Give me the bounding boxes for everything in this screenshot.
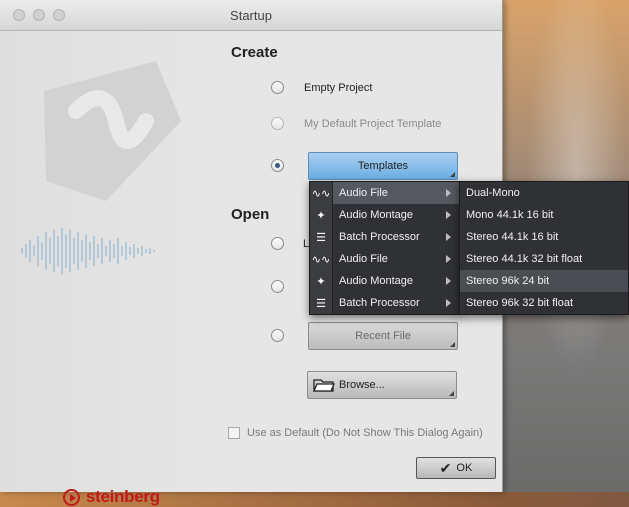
window-title: Startup [230,8,272,23]
ok-button[interactable]: ✔ OK [416,457,496,479]
submenu-item-label: Mono 44.1k 16 bit [466,209,554,221]
checkmark-icon: ✔ [439,459,452,476]
templates-menu-item[interactable]: ∿∿ Audio File [310,248,460,270]
submenu-item-label: Stereo 96k 24 bit [466,275,550,287]
open-heading: Open [231,206,270,223]
menu-item-label: Audio Montage [339,275,413,287]
ok-label: OK [456,462,473,474]
menu-item-label: Audio Montage [339,209,413,221]
wavelab-logo-icon [44,61,181,201]
recent-file-radio[interactable] [271,329,284,342]
templates-button[interactable]: Templates [308,152,458,180]
templates-menu-item[interactable]: ∿∿ Audio File [310,182,460,204]
submenu-arrow-icon [446,189,451,197]
waveform-icon [21,228,155,274]
menu-item-label: Audio File [339,253,388,265]
submenu-item-label: Stereo 96k 32 bit float [466,297,574,309]
dropdown-corner-icon [450,172,455,177]
empty-project-radio[interactable] [271,81,284,94]
menu-item-label: Audio File [339,187,388,199]
templates-menu: ∿∿ Audio File ✦ Audio Montage ☰ Batch Pr… [309,181,461,315]
browse-button[interactable]: Browse... [307,371,457,399]
audio-file-submenu: Dual-Mono Mono 44.1k 16 bit Stereo 44.1k… [459,181,629,315]
templates-menu-item[interactable]: ☰ Batch Processor [310,292,460,314]
montage-icon: ✦ [310,204,333,226]
wave-icon: ∿∿ [310,182,333,204]
recent-file-button[interactable]: Recent File [308,322,458,350]
dropdown-corner-icon [449,391,454,396]
create-heading: Create [231,44,278,61]
default-template-label: My Default Project Template [304,118,442,130]
submenu-item[interactable]: Stereo 96k 32 bit float [460,292,628,314]
dropdown-corner-icon [450,342,455,347]
submenu-item[interactable]: Stereo 96k 24 bit [460,270,628,292]
submenu-item[interactable]: Stereo 44.1k 32 bit float [460,248,628,270]
menu-item-label: Batch Processor [339,231,420,243]
templates-button-label: Templates [357,160,409,172]
use-as-default-label: Use as Default (Do Not Show This Dialog … [247,427,483,439]
default-template-radio[interactable] [271,117,284,130]
submenu-arrow-icon [446,277,451,285]
batch-icon: ☰ [310,226,333,248]
folder-icon [313,379,335,392]
submenu-item-label: Stereo 44.1k 32 bit float [466,253,583,265]
empty-project-label: Empty Project [304,82,373,94]
title-bar: Startup [0,0,502,31]
templates-menu-item[interactable]: ☰ Batch Processor [310,226,460,248]
submenu-item-label: Dual-Mono [466,187,520,199]
submenu-item-label: Stereo 44.1k 16 bit [466,231,559,243]
batch-icon: ☰ [310,292,333,314]
submenu-arrow-icon [446,255,451,263]
use-as-default-checkbox[interactable] [228,427,240,439]
artwork-panel: steinberg [0,31,210,506]
browse-label: Browse... [339,379,385,391]
submenu-item[interactable]: Dual-Mono [460,182,628,204]
submenu-arrow-icon [446,233,451,241]
brand-name: steinberg [86,487,160,506]
templates-radio[interactable] [271,159,284,172]
steinberg-logo-icon [63,488,80,506]
submenu-arrow-icon [446,211,451,219]
steinberg-brand: steinberg [63,487,160,507]
templates-menu-item[interactable]: ✦ Audio Montage [310,204,460,226]
wave-icon: ∿∿ [310,248,333,270]
open-option-2-radio[interactable] [271,280,284,293]
submenu-arrow-icon [446,299,451,307]
recent-file-label: Recent File [355,330,411,342]
submenu-item[interactable]: Mono 44.1k 16 bit [460,204,628,226]
montage-icon: ✦ [310,270,333,292]
open-option-1-radio[interactable] [271,237,284,250]
menu-item-label: Batch Processor [339,297,420,309]
templates-menu-item[interactable]: ✦ Audio Montage [310,270,460,292]
submenu-item[interactable]: Stereo 44.1k 16 bit [460,226,628,248]
